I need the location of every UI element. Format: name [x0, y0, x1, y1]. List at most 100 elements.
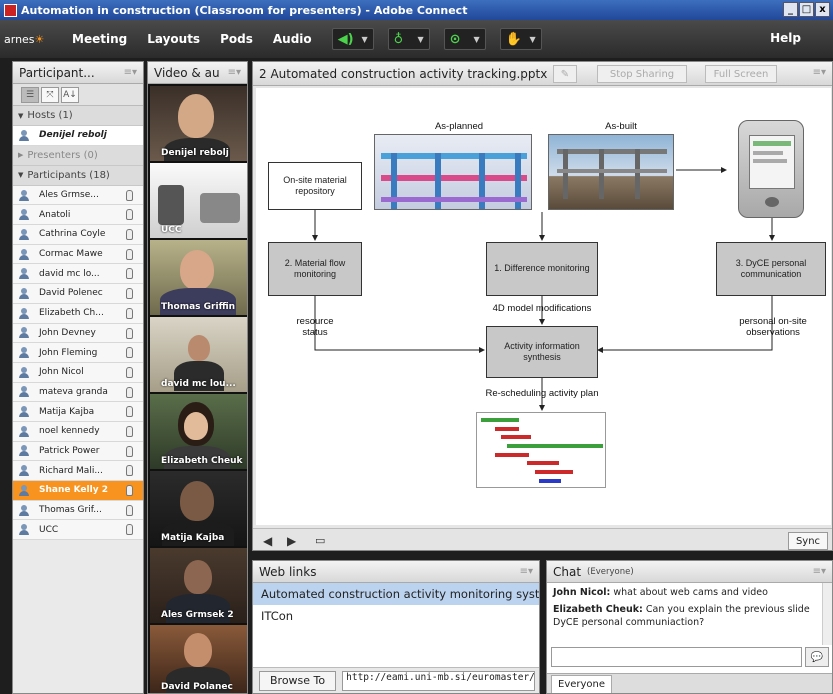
- participants-group-label: Participants (18): [27, 169, 110, 181]
- participant-row[interactable]: david mc lo...: [13, 264, 143, 285]
- participant-row[interactable]: Richard Mali...: [13, 461, 143, 481]
- video-tile[interactable]: david mc lou...: [150, 317, 247, 392]
- video-tile[interactable]: David Polanec: [150, 625, 247, 693]
- participant-row[interactable]: Thomas Grif...: [13, 500, 143, 521]
- user-icon: [19, 327, 29, 339]
- menu-help[interactable]: Help: [760, 31, 811, 45]
- pod-menu-icon[interactable]: ≡▾: [813, 566, 826, 577]
- sort-icon[interactable]: A↓: [61, 86, 79, 103]
- participant-name: UCC: [39, 524, 59, 535]
- chat-message-input[interactable]: [551, 647, 802, 667]
- next-slide-icon[interactable]: ▶: [287, 534, 296, 548]
- participant-row[interactable]: Shane Kelly 2: [13, 481, 143, 501]
- webcam-icon: ⊙: [449, 31, 461, 47]
- participant-row[interactable]: Elizabeth Ch...: [13, 303, 143, 324]
- menu-layouts[interactable]: Layouts: [137, 32, 210, 46]
- stop-sharing-button[interactable]: Stop Sharing: [597, 65, 687, 83]
- web-links-pod-title: Web links: [259, 564, 317, 579]
- participant-row[interactable]: Anatoli: [13, 205, 143, 226]
- host-user-icon: [19, 129, 29, 141]
- participant-row[interactable]: John Fleming: [13, 343, 143, 363]
- chevron-down-icon: ▼: [473, 34, 480, 44]
- user-icon: [19, 386, 29, 398]
- participant-row[interactable]: Matija Kajba: [13, 402, 143, 422]
- slide-thumbnails-icon[interactable]: ▭: [315, 534, 325, 547]
- participants-group[interactable]: ▼ Participants (18): [13, 165, 143, 186]
- expand-view-icon[interactable]: ⤧: [41, 86, 59, 103]
- participant-row[interactable]: mateva granda: [13, 382, 143, 403]
- close-button[interactable]: x: [815, 2, 830, 17]
- menu-audio[interactable]: Audio: [263, 32, 322, 46]
- webcam-button[interactable]: ⊙ ▼: [443, 28, 486, 50]
- full-screen-button[interactable]: Full Screen: [705, 65, 777, 83]
- browse-to-button[interactable]: Browse To: [259, 670, 337, 691]
- participant-row[interactable]: David Polenec: [13, 284, 143, 304]
- participant-row[interactable]: UCC: [13, 520, 143, 541]
- microphone-icon: [126, 268, 133, 280]
- microphone-icon: [126, 445, 133, 457]
- video-tile[interactable]: Thomas Griffin: [150, 240, 247, 315]
- adobe-connect-icon: [4, 3, 17, 17]
- chat-pod-title: Chat: [553, 564, 582, 579]
- user-icon: [19, 248, 29, 260]
- hosts-group[interactable]: ▼ Hosts (1): [13, 106, 143, 126]
- presenters-group[interactable]: ▶ Presenters (0): [13, 145, 143, 166]
- video-tile[interactable]: UCC: [150, 163, 247, 238]
- host-row[interactable]: Denijel rebolj: [13, 126, 143, 146]
- chevron-down-icon: ▼: [529, 34, 536, 44]
- participant-row[interactable]: John Nicol: [13, 362, 143, 383]
- user-icon: [19, 465, 29, 477]
- chat-pod: Chat (Everyone) ≡▾ John Nicol: what abou…: [546, 560, 833, 694]
- web-link-item[interactable]: Automated construction activity monitori…: [253, 583, 539, 605]
- pod-menu-icon[interactable]: ≡▾: [124, 67, 137, 78]
- microphone-button[interactable]: ♁ ▼: [387, 28, 430, 50]
- share-pod-title: 2 Automated construction activity tracki…: [259, 66, 548, 81]
- participant-name: John Fleming: [39, 347, 98, 358]
- video-tile[interactable]: Ales Grmsek 2: [150, 548, 247, 623]
- participant-row[interactable]: John Devney: [13, 323, 143, 344]
- speaker-button[interactable]: ◀) ▼: [331, 28, 374, 50]
- pda-device-image: [738, 120, 804, 218]
- participant-name: david mc lo...: [39, 268, 100, 279]
- video-caption: Matija Kajba: [161, 533, 225, 543]
- microphone-icon: [126, 485, 133, 496]
- participant-row[interactable]: noel kennedy: [13, 421, 143, 442]
- pod-menu-icon[interactable]: ≡▾: [813, 67, 826, 78]
- participant-row[interactable]: Patrick Power: [13, 441, 143, 462]
- participant-row[interactable]: Cathrina Coyle: [13, 225, 143, 245]
- minimize-button[interactable]: _: [783, 2, 798, 17]
- participant-row[interactable]: Ales Grmse...: [13, 185, 143, 206]
- video-tile[interactable]: Matija Kajba: [150, 471, 247, 546]
- as-built-label: As-built: [605, 121, 637, 132]
- participant-row[interactable]: Cormac Mawe: [13, 244, 143, 265]
- pod-menu-icon[interactable]: ≡▾: [520, 566, 533, 577]
- as-planned-model-image: [374, 134, 532, 210]
- raise-hand-button[interactable]: ✋ ▼: [499, 28, 542, 50]
- microphone-icon: [126, 386, 133, 398]
- share-pod-footer: ◀ ▶ ▭ Sync: [253, 528, 832, 550]
- tab-everyone[interactable]: Everyone: [551, 675, 613, 693]
- pod-menu-icon[interactable]: ≡▾: [228, 67, 241, 78]
- annotate-button[interactable]: ✎: [553, 65, 577, 83]
- sync-button[interactable]: Sync: [788, 532, 828, 550]
- video-caption: Denijel rebolj: [161, 148, 229, 158]
- menu-pods[interactable]: Pods: [210, 32, 263, 46]
- microphone-icon: [126, 366, 133, 378]
- video-caption: UCC: [161, 225, 182, 235]
- chat-message: Elizabeth Cheuk: Can you explain the pre…: [553, 603, 810, 628]
- maximize-button[interactable]: □: [799, 2, 814, 17]
- list-view-icon[interactable]: ☰: [21, 86, 39, 103]
- web-link-item[interactable]: ITCon: [253, 605, 539, 627]
- participant-list: Ales Grmse... Anatoli Cathrina Coyle Cormac…: [13, 185, 143, 541]
- collapse-icon: ▼: [18, 111, 24, 120]
- previous-slide-icon[interactable]: ◀: [263, 534, 272, 548]
- url-field[interactable]: http://eami.uni-mb.si/euromaster/pluginf…: [342, 670, 535, 691]
- video-tile[interactable]: Denijel rebolj: [150, 86, 247, 161]
- video-tile[interactable]: Elizabeth Cheuk: [150, 394, 247, 469]
- presenters-group-label: Presenters (0): [27, 149, 98, 161]
- menu-meeting[interactable]: Meeting: [62, 32, 137, 46]
- share-pod: 2 Automated construction activity tracki…: [252, 61, 833, 551]
- attendees-pod-title: Participant...: [19, 65, 95, 80]
- chat-scrollbar[interactable]: [822, 583, 832, 645]
- send-message-icon[interactable]: 💬: [805, 647, 829, 667]
